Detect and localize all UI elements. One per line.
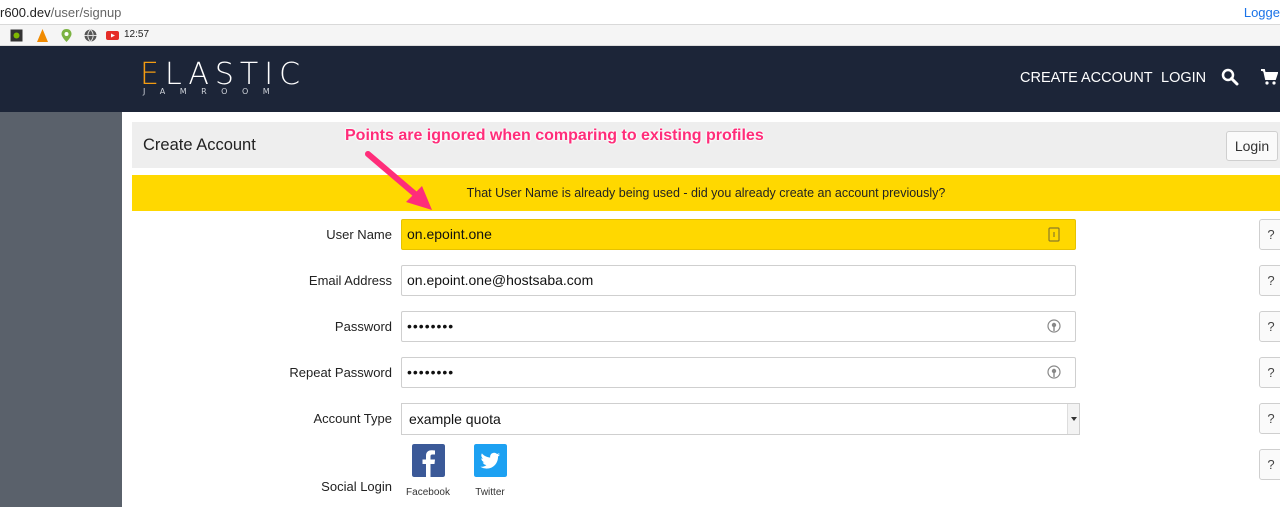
youtube-icon[interactable]: [106, 29, 119, 42]
password-field[interactable]: ••••••••: [401, 311, 1076, 342]
password-value: ••••••••: [407, 318, 455, 334]
cone-icon[interactable]: [36, 29, 49, 42]
user-name-help-button[interactable]: ?: [1259, 219, 1280, 250]
site-header: ELASTIC JAMROOM CREATE ACCOUNT LOGIN: [0, 46, 1280, 112]
account-type-value: example quota: [409, 411, 501, 427]
facebook-login-button[interactable]: Facebook: [403, 444, 453, 498]
password-help-button[interactable]: ?: [1259, 311, 1280, 342]
email-help-button[interactable]: ?: [1259, 265, 1280, 296]
logo-subtitle: JAMROOM: [143, 87, 285, 96]
facebook-icon: [411, 444, 445, 477]
twitter-caption: Twitter: [475, 487, 505, 498]
nav-login-link[interactable]: LOGIN: [1161, 70, 1206, 86]
account-type-select[interactable]: example quota: [401, 403, 1080, 435]
url-text[interactable]: r600.dev/user/signup: [0, 5, 121, 20]
social-login-label: Social Login: [321, 479, 392, 494]
clock-time: 12:57: [124, 29, 150, 40]
url-host: r600.dev: [0, 5, 51, 20]
camera-icon[interactable]: [10, 29, 23, 42]
repeat-password-help-button[interactable]: ?: [1259, 357, 1280, 388]
username-taken-alert: That User Name is already being used - d…: [132, 175, 1280, 211]
nav-create-account-link[interactable]: CREATE ACCOUNT: [1020, 70, 1153, 86]
location-pin-icon[interactable]: [60, 29, 73, 42]
twitter-icon: [473, 444, 507, 477]
repeat-password-label: Repeat Password: [289, 365, 392, 380]
browser-url-bar[interactable]: r600.dev/user/signup Logge: [0, 0, 1280, 25]
logged-status-link[interactable]: Logge: [1244, 5, 1280, 20]
password-label: Password: [334, 319, 392, 334]
left-sidebar: [0, 112, 122, 507]
site-logo[interactable]: ELASTIC JAMROOM: [140, 57, 310, 101]
account-type-help-button[interactable]: ?: [1259, 403, 1280, 434]
login-button[interactable]: Login: [1226, 131, 1278, 161]
account-type-label: Account Type: [313, 411, 392, 426]
user-name-input[interactable]: on.epoint.one: [401, 219, 1076, 250]
social-login-help-button[interactable]: ?: [1259, 449, 1280, 480]
alert-message: That User Name is already being used - d…: [466, 186, 946, 200]
url-path: /user/signup: [50, 5, 122, 20]
globe-icon[interactable]: [84, 29, 97, 42]
user-name-value: on.epoint.one: [407, 226, 492, 242]
facebook-caption: Facebook: [406, 487, 450, 498]
annotation-text: Points are ignored when comparing to exi…: [345, 127, 764, 144]
repeat-password-value: ••••••••: [407, 364, 455, 380]
key-icon[interactable]: [1047, 365, 1061, 380]
user-name-label: User Name: [326, 227, 392, 242]
chevron-down-icon[interactable]: [1067, 404, 1079, 434]
bookmarks-bar: 12:57: [0, 25, 1280, 46]
page-title: Create Account: [143, 136, 256, 154]
password-manager-icon[interactable]: [1047, 227, 1061, 242]
repeat-password-field[interactable]: ••••••••: [401, 357, 1076, 388]
search-icon[interactable]: [1221, 68, 1239, 86]
email-label: Email Address: [308, 273, 392, 288]
key-icon[interactable]: [1047, 319, 1061, 334]
email-value: on.epoint.one@hostsaba.com: [407, 272, 594, 288]
annotation-arrow-icon: [365, 151, 432, 210]
twitter-login-button[interactable]: Twitter: [465, 444, 515, 498]
cart-icon[interactable]: [1260, 68, 1278, 86]
email-field[interactable]: on.epoint.one@hostsaba.com: [401, 265, 1076, 296]
